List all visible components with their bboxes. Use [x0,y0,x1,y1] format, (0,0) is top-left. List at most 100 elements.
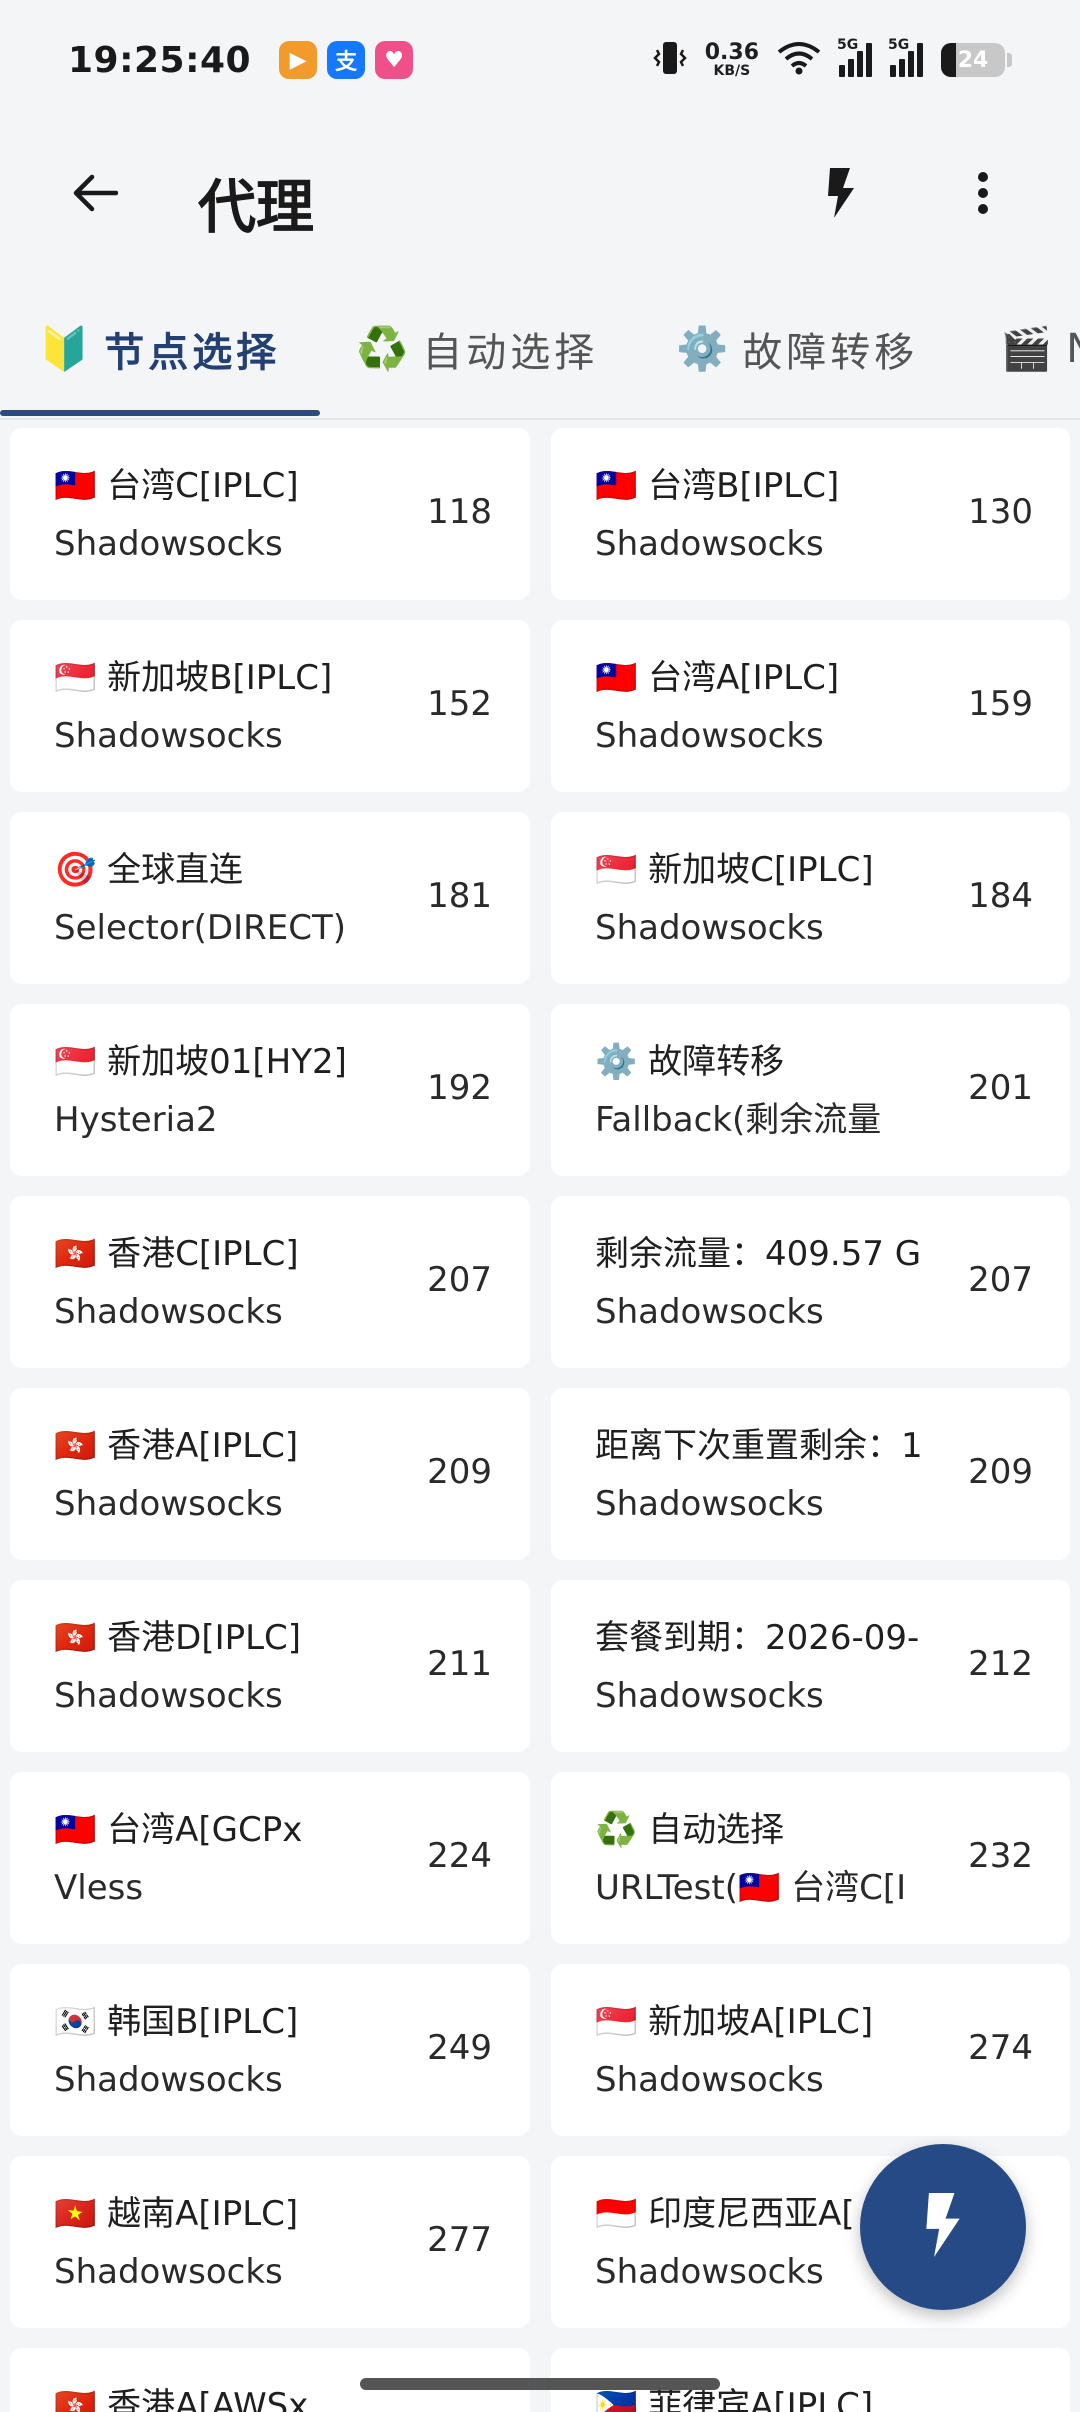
status-bar: 19:25:40 ▶ 支 ♥ 0.36 KB/S 5G 5G 24 [0,0,1080,120]
proxy-card[interactable]: 🇸🇬 新加坡01[HY2] Hysteria2 192 [10,1004,530,1176]
proxy-card[interactable]: 剩余流量：409.57 G Shadowsocks 207 [551,1196,1070,1368]
proxy-name: 🇻🇳 越南A[IPLC] [54,2194,299,2234]
alipay-icon: 支 [327,41,366,79]
proxy-delay: 224 [427,1836,492,1876]
back-button[interactable] [62,162,128,228]
tab-failover[interactable]: ⚙️ 故障转移 [676,296,918,402]
proxy-name: 🇭🇰 香港A[IPLC] [54,1426,299,1466]
recycle-icon: ♻️ [356,324,409,373]
proxy-card[interactable]: ♻️ 自动选择 URLTest(🇹🇼 台湾C[I 232 [551,1772,1070,1944]
shop-app-icon: ♥ [375,41,414,79]
proxy-type: Shadowsocks [595,1292,824,1332]
proxy-name: 🇹🇼 台湾B[IPLC] [595,466,840,506]
proxy-name: 🇹🇼 台湾A[GCPx [54,1810,303,1850]
proxy-name: 🇹🇼 台湾C[IPLC] [54,466,299,506]
proxy-name: 🇸🇬 新加坡C[IPLC] [595,850,874,890]
proxy-delay: 201 [968,1068,1033,1108]
proxy-card[interactable]: 🇸🇬 新加坡B[IPLC] Shadowsocks 152 [10,620,530,792]
tab-label: N [1066,326,1080,372]
status-time: 19:25:40 [68,39,252,81]
sim1-network-type: 5G [837,37,859,53]
proxy-delay: 192 [427,1068,492,1108]
status-indicators: 0.36 KB/S 5G 5G 24 [652,37,1012,82]
proxy-delay: 184 [968,876,1033,916]
proxy-type: Shadowsocks [54,1292,283,1332]
test-all-delay-fab[interactable] [860,2144,1026,2310]
proxy-type: Hysteria2 [54,1100,218,1140]
tab-node-select[interactable]: 🔰 节点选择 [38,296,280,402]
status-app-icons: ▶ 支 ♥ [279,41,414,79]
tab-label: 故障转移 [742,330,919,376]
proxy-delay: 207 [427,1260,492,1300]
gear-icon: ⚙️ [676,324,729,373]
proxy-type: Shadowsocks [54,1484,283,1524]
app-bar: 代理 [0,120,1080,270]
test-delay-button[interactable] [808,162,874,228]
proxy-type: Shadowsocks [595,1484,824,1524]
net-speed-unit: KB/S [713,63,751,79]
proxy-card[interactable]: 🇭🇰 香港D[IPLC] Shadowsocks 211 [10,1580,530,1752]
battery-tip [1007,53,1012,67]
proxy-card[interactable]: 🇹🇼 台湾A[IPLC] Shadowsocks 159 [551,620,1070,792]
proxy-card[interactable]: 🇹🇼 台湾B[IPLC] Shadowsocks 130 [551,428,1070,600]
proxy-name: 距离下次重置剩余：1 [595,1426,923,1466]
proxy-type: Shadowsocks [595,908,824,948]
proxy-card[interactable]: 🇰🇷 韩国B[IPLC] Shadowsocks 249 [10,1964,530,2136]
proxy-name: ⚙️ 故障转移 [595,1042,785,1082]
battery-fill [941,43,957,77]
proxy-card[interactable]: 🇹🇼 台湾A[GCPx Vless 224 [10,1772,530,1944]
proxy-delay: 159 [968,684,1033,724]
tab-label: 自动选择 [422,330,599,376]
sim2-network-type: 5G [888,37,910,53]
proxy-delay: 209 [968,1452,1033,1492]
tab-label: 节点选择 [104,330,281,376]
page-title: 代理 [198,173,315,241]
proxy-type: Fallback(剩余流量 [595,1100,882,1140]
proxy-type: Shadowsocks [54,524,283,564]
proxy-type: Shadowsocks [595,2060,824,2100]
cell-signal-1-icon: 5G [837,37,872,77]
proxy-name: 🇸🇬 新加坡B[IPLC] [54,658,333,698]
proxy-card[interactable]: 🇸🇬 新加坡C[IPLC] Shadowsocks 184 [551,812,1070,984]
active-tab-indicator [0,410,320,416]
proxy-card[interactable]: 套餐到期：2026-09- Shadowsocks 212 [551,1580,1070,1752]
proxy-type: Selector(DIRECT) [54,908,347,948]
proxy-name: 🇸🇬 新加坡01[HY2] [54,1042,347,1082]
vibrate-icon [652,38,687,82]
proxy-name: 🇰🇷 韩国B[IPLC] [54,2002,299,2042]
proxy-delay: 152 [427,684,492,724]
battery-level: 24 [957,47,989,73]
battery-icon: 24 [941,43,1005,77]
proxy-delay: 118 [427,492,492,532]
proxy-card[interactable]: 🎯 全球直连 Selector(DIRECT) 181 [10,812,530,984]
lightning-icon [923,2193,963,2261]
tab-auto-select[interactable]: ♻️ 自动选择 [356,296,598,402]
proxy-delay: 277 [427,2220,492,2260]
proxy-delay: 274 [968,2028,1033,2068]
proxy-card[interactable]: 🇭🇰 香港A[IPLC] Shadowsocks 209 [10,1388,530,1560]
arrow-left-icon [72,173,119,217]
clapper-icon: 🎬 [1000,324,1053,373]
tab-media[interactable]: 🎬 N [1000,296,1080,402]
proxy-type: Shadowsocks [595,524,824,564]
proxy-list: 🇹🇼 台湾C[IPLC] Shadowsocks 118 🇹🇼 台湾B[IPLC] Sh… [10,428,1070,2412]
proxy-card[interactable]: 🇸🇬 新加坡A[IPLC] Shadowsocks 274 [551,1964,1070,2136]
proxy-card[interactable]: 🇻🇳 越南A[IPLC] Shadowsocks 277 [10,2156,530,2328]
proxy-card[interactable]: 距离下次重置剩余：1 Shadowsocks 209 [551,1388,1070,1560]
cell-signal-2-icon: 5G [888,37,923,77]
network-speed: 0.36 KB/S [705,42,759,79]
proxy-delay: 232 [968,1836,1033,1876]
more-options-button[interactable] [950,162,1016,228]
proxy-delay: 212 [968,1644,1033,1684]
divider [0,418,1080,420]
proxy-type: Shadowsocks [595,716,824,756]
proxy-card[interactable]: 🇭🇰 香港C[IPLC] Shadowsocks 207 [10,1196,530,1368]
more-vertical-icon [977,171,989,219]
proxy-card[interactable]: ⚙️ 故障转移 Fallback(剩余流量 201 [551,1004,1070,1176]
proxy-group-tabs: 🔰 节点选择 ♻️ 自动选择 ⚙️ 故障转移 🎬 N [0,296,1080,418]
proxy-delay: 207 [968,1260,1033,1300]
proxy-name: 🇹🇼 台湾A[IPLC] [595,658,840,698]
proxy-type: URLTest(🇹🇼 台湾C[I [595,1868,907,1908]
proxy-card[interactable]: 🇹🇼 台湾C[IPLC] Shadowsocks 118 [10,428,530,600]
gesture-navigation-bar[interactable] [360,2378,720,2390]
